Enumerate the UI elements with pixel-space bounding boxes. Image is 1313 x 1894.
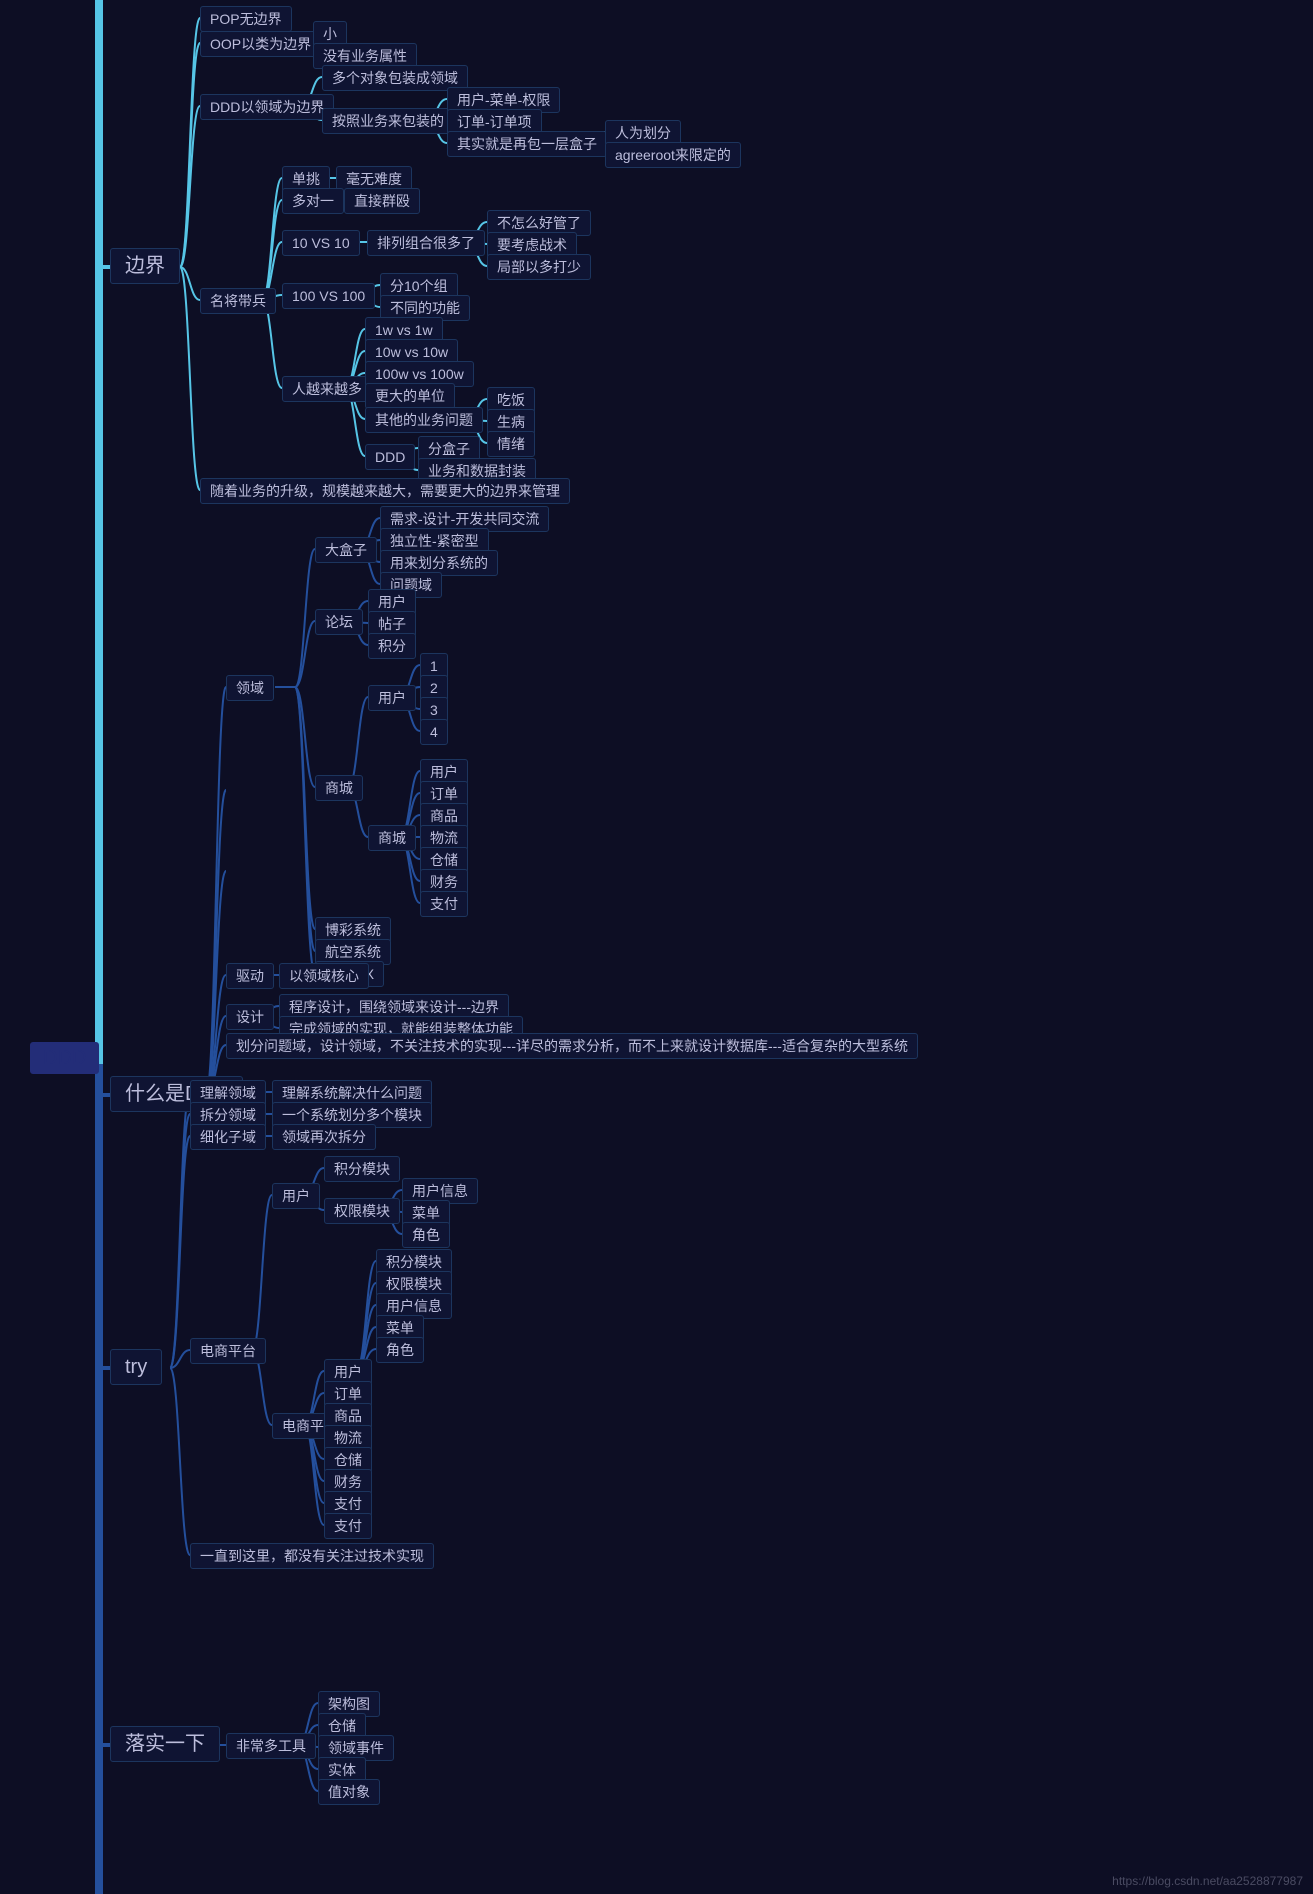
- node: POP无边界: [200, 6, 292, 32]
- node: 商城: [315, 775, 363, 801]
- node: 其实就是再包一层盒子: [447, 131, 607, 157]
- node: 多对一: [282, 188, 344, 214]
- node: agreeroot来限定的: [605, 142, 741, 168]
- node: 10 VS 10: [282, 230, 360, 256]
- branch-boundary: 边界: [110, 248, 180, 284]
- node: 电商平台: [190, 1338, 266, 1364]
- node: 用户: [272, 1183, 320, 1209]
- node: 细化子域: [190, 1124, 266, 1150]
- node: 情绪: [487, 431, 535, 457]
- node: 更大的单位: [365, 383, 455, 409]
- branch-implement: 落实一下: [110, 1726, 220, 1762]
- node: 一直到这里，都没有关注过技术实现: [190, 1543, 434, 1569]
- node: 角色: [402, 1222, 450, 1248]
- node: 局部以多打少: [487, 254, 591, 280]
- node: 大盒子: [315, 537, 377, 563]
- node: 商城: [368, 825, 416, 851]
- node: DDD: [365, 444, 415, 470]
- node: 论坛: [315, 609, 363, 635]
- node: DDD以领域为边界: [200, 94, 334, 120]
- node: 以领域核心: [279, 963, 369, 989]
- node: 4: [420, 719, 448, 745]
- node: 多个对象包装成领域: [322, 65, 468, 91]
- node: 用户: [368, 685, 416, 711]
- node: 非常多工具: [226, 1733, 316, 1759]
- node: 领域: [226, 675, 274, 701]
- node: 划分问题域，设计领域，不关注技术的实现---详尽的需求分析，而不上来就设计数据库…: [226, 1033, 918, 1059]
- node: 积分: [368, 633, 416, 659]
- trunk-lower: [95, 1064, 103, 1894]
- branch-try: try: [110, 1349, 162, 1385]
- node: 人越来越多: [282, 376, 372, 402]
- node: 值对象: [318, 1779, 380, 1805]
- node: 角色: [376, 1337, 424, 1363]
- connector-lines: [0, 0, 1313, 1894]
- trunk-upper: [95, 0, 103, 1064]
- node: 积分模块: [324, 1156, 400, 1182]
- node: 驱动: [226, 963, 274, 989]
- node: 支付: [420, 891, 468, 917]
- node: 支付: [324, 1513, 372, 1539]
- node: 直接群殴: [344, 188, 420, 214]
- node: 设计: [226, 1004, 274, 1030]
- node: 其他的业务问题: [365, 407, 483, 433]
- node: OOP以类为边界: [200, 31, 321, 57]
- node: 按照业务来包装的: [322, 108, 454, 134]
- root-node: DDD: [30, 1042, 99, 1074]
- watermark: https://blog.csdn.net/aa2528877987: [1112, 1874, 1303, 1888]
- node: 权限模块: [324, 1198, 400, 1224]
- node: 领域再次拆分: [272, 1124, 376, 1150]
- node: 排列组合很多了: [367, 230, 485, 256]
- node: 100 VS 100: [282, 283, 375, 309]
- node: 随着业务的升级，规模越来越大，需要更大的边界来管理: [200, 478, 570, 504]
- node: 名将带兵: [200, 288, 276, 314]
